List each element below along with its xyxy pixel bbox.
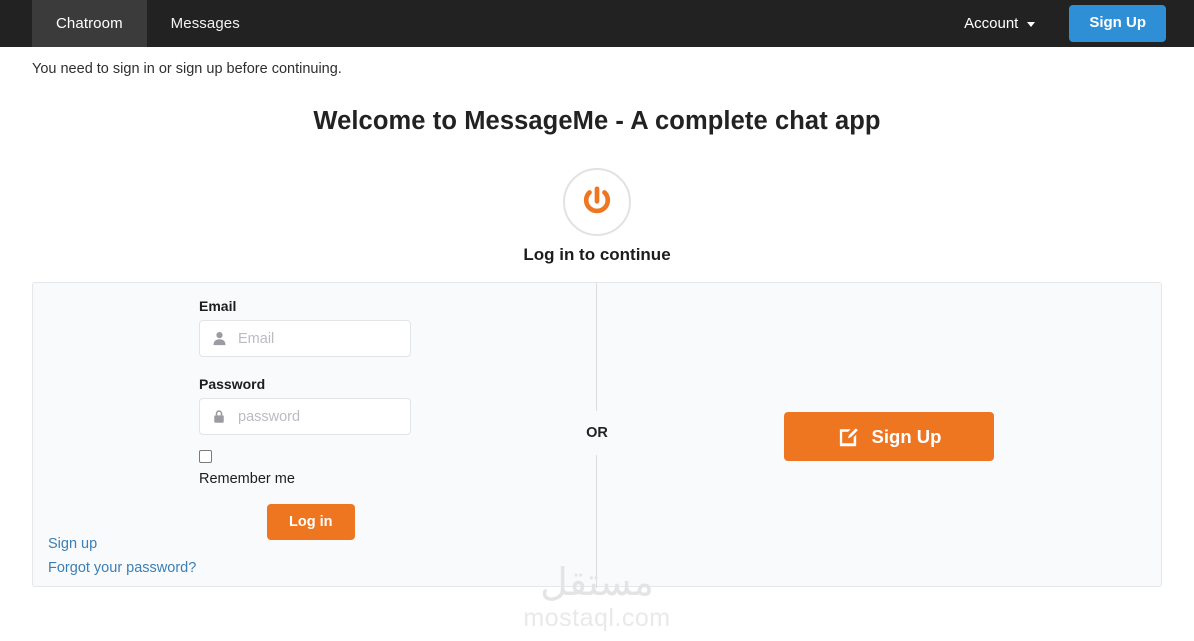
signup-link[interactable]: Sign up — [48, 535, 196, 555]
tab-messages[interactable]: Messages — [147, 0, 264, 47]
navbar-signup-button[interactable]: Sign Up — [1069, 5, 1166, 42]
flash-message: You need to sign in or sign up before co… — [32, 61, 342, 77]
email-input[interactable] — [238, 321, 410, 356]
login-button[interactable]: Log in — [267, 504, 355, 540]
navbar-right: Account Sign Up — [946, 0, 1194, 47]
navbar-tabs: Chatroom Messages — [32, 0, 264, 47]
remember-me-checkbox[interactable] — [199, 450, 212, 463]
or-divider-bottom — [596, 455, 597, 588]
login-form: Email Password — [199, 298, 539, 540]
or-label: OR — [586, 425, 608, 441]
signup-cta-label: Sign Up — [871, 425, 942, 447]
email-field-wrapper[interactable] — [199, 320, 411, 357]
password-input[interactable] — [238, 399, 410, 434]
tab-chatroom[interactable]: Chatroom — [32, 0, 147, 47]
account-dropdown[interactable]: Account — [946, 0, 1053, 47]
remember-me-label: Remember me — [199, 471, 295, 487]
power-icon-wrapper — [0, 168, 1194, 236]
remember-me-row: Remember me — [199, 450, 539, 487]
chevron-down-icon — [1027, 22, 1036, 27]
password-label: Password — [199, 376, 266, 392]
signup-cta-button[interactable]: Sign Up — [784, 412, 994, 461]
tab-chatroom-label: Chatroom — [56, 15, 123, 32]
edit-square-icon — [839, 428, 858, 447]
forgot-password-link[interactable]: Forgot your password? — [48, 559, 196, 579]
hero-subtitle: Log in to continue — [523, 245, 671, 264]
account-dropdown-label: Account — [964, 15, 1019, 32]
auth-links: Sign up Forgot your password? — [48, 535, 196, 578]
page-title: Welcome to MessageMe - A complete chat a… — [313, 107, 881, 135]
user-icon — [200, 331, 238, 346]
email-label: Email — [199, 298, 237, 314]
auth-panel: OR Email Password — [32, 282, 1162, 588]
tab-messages-label: Messages — [170, 15, 240, 32]
watermark-latin: mostaql.com — [523, 603, 671, 632]
power-icon-circle — [563, 168, 631, 236]
power-icon — [583, 186, 611, 214]
lock-icon — [200, 409, 238, 424]
top-navbar: Chatroom Messages Account Sign Up — [0, 0, 1194, 47]
or-divider-top — [596, 283, 597, 411]
password-field-wrapper[interactable] — [199, 398, 411, 435]
